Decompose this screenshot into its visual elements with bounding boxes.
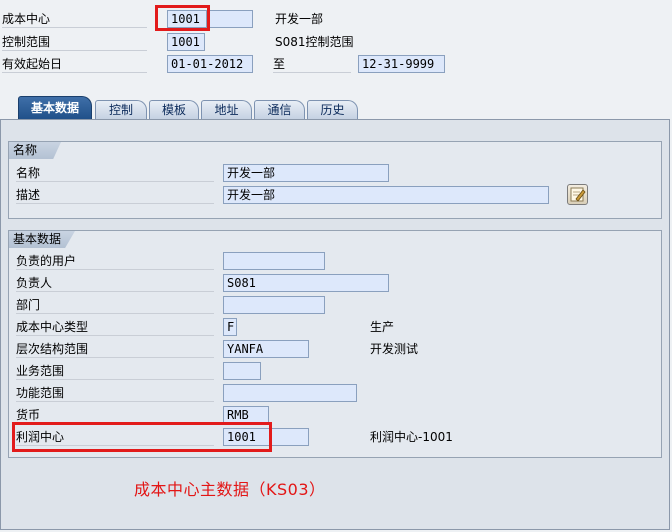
business-area-field[interactable] — [223, 362, 261, 380]
profit-center-desc: 利润中心-1001 — [370, 430, 453, 444]
person-responsible-label: 负责人 — [16, 274, 214, 292]
basic-data-group-title: 基本数据 — [9, 231, 75, 248]
business-area-label: 业务范围 — [16, 362, 214, 380]
tab-history[interactable]: 历史 — [307, 100, 358, 120]
department-field[interactable] — [223, 296, 325, 314]
functional-area-label: 功能范围 — [16, 384, 214, 402]
functional-area-field[interactable] — [223, 384, 357, 402]
description-field[interactable]: 开发一部 — [223, 186, 549, 204]
tab-control[interactable]: 控制 — [95, 100, 147, 120]
valid-from-label: 有效起始日 — [2, 55, 147, 73]
valid-to-label: 至 — [273, 55, 351, 73]
cost-center-highlight — [155, 5, 210, 31]
responsible-user-field[interactable] — [223, 252, 325, 270]
profit-center-highlight — [12, 422, 272, 452]
tab-template[interactable]: 模板 — [149, 100, 199, 120]
tab-address[interactable]: 地址 — [201, 100, 252, 120]
cost-center-category-desc: 生产 — [370, 320, 395, 334]
cost-center-label: 成本中心 — [2, 10, 147, 28]
screen-caption: 成本中心主数据（KS03） — [134, 480, 326, 499]
person-responsible-field[interactable]: S081 — [223, 274, 389, 292]
pencil-note-icon — [570, 187, 586, 202]
control-area-field[interactable]: 1001 — [167, 33, 205, 51]
valid-to-field[interactable]: 12-31-9999 — [358, 55, 445, 73]
hierarchy-area-label: 层次结构范围 — [16, 340, 214, 358]
department-label: 部门 — [16, 296, 214, 314]
hierarchy-area-desc: 开发测试 — [370, 342, 419, 356]
cost-center-category-label: 成本中心类型 — [16, 318, 214, 336]
hierarchy-area-field[interactable]: YANFA — [223, 340, 309, 358]
cost-center-name: 开发一部 — [275, 12, 324, 26]
description-label: 描述 — [16, 186, 214, 204]
cost-center-field-ext[interactable] — [207, 10, 253, 28]
name-field[interactable]: 开发一部 — [223, 164, 389, 182]
control-area-desc: S081控制范围 — [275, 35, 354, 49]
names-group-title: 名称 — [9, 142, 61, 159]
name-label: 名称 — [16, 164, 214, 182]
tab-communication[interactable]: 通信 — [254, 100, 305, 120]
tab-basic-data[interactable]: 基本数据 — [18, 96, 92, 120]
cost-center-category-field[interactable]: F — [223, 318, 237, 336]
tab-strip: 基本数据 控制 模板 地址 通信 历史 — [0, 96, 672, 120]
edit-long-text-button[interactable] — [567, 184, 588, 205]
valid-from-field[interactable]: 01-01-2012 — [167, 55, 253, 73]
control-area-label: 控制范围 — [2, 33, 147, 51]
responsible-user-label: 负责的用户 — [16, 252, 214, 270]
